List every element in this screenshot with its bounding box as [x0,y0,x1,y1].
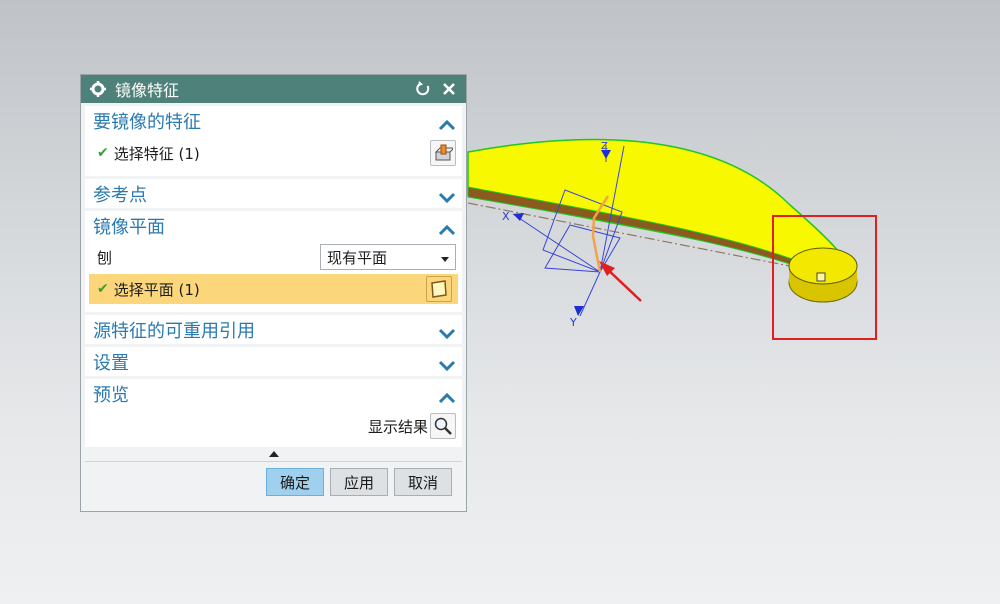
section-features-header[interactable]: 要镜像的特征 [85,106,462,135]
section-mirror-plane: 镜像平面 刨 现有平面 ✔ 选择平面 (1) [85,211,462,312]
section-preview-header[interactable]: 预览 [85,379,462,408]
reset-icon[interactable] [414,80,432,98]
cylinder-marker [816,272,826,282]
plane-type-label: 刨 [97,248,113,267]
plane-type-row: 刨 现有平面 [85,240,462,274]
section-settings-header[interactable]: 设置 [85,347,462,376]
dropdown-caret-icon [441,248,449,266]
chevron-down-icon[interactable] [438,356,456,371]
feature-select-icon [434,144,453,161]
dialog-title: 镜像特征 [115,81,180,100]
select-feature-row[interactable]: ✔ 选择特征 (1) [85,135,462,171]
axis-label-z: Z [601,141,608,152]
section-reusable-references-header[interactable]: 源特征的可重用引用 [85,315,462,344]
select-feature-label: 选择特征 (1) [113,144,200,163]
show-result-button[interactable] [430,413,456,439]
section-preview: 预览 显示结果 [85,379,462,447]
close-icon[interactable] [440,80,458,98]
show-result-label: 显示结果 [367,417,428,436]
cancel-button[interactable]: 取消 [394,468,452,496]
section-mirror-plane-header[interactable]: 镜像平面 [85,211,462,240]
axis-label-y: Y [569,316,577,329]
plane-icon [431,280,447,298]
section-settings: 设置 [85,347,462,376]
collapse-up-icon [268,451,279,457]
magnifier-icon [434,417,452,435]
chevron-down-icon[interactable] [438,188,456,203]
gear-icon [89,80,107,98]
show-result-row: 显示结果 [85,408,462,444]
mirror-feature-dialog: 镜像特征 要镜像的特征 ✔ 选择特征 (1) 参考点 镜像平面 刨 现有平面 ✔… [80,74,467,512]
ok-button[interactable]: 确定 [266,468,324,496]
chevron-up-icon[interactable] [438,220,456,235]
dialog-buttons: 确定 应用 取消 [81,462,466,496]
section-features: 要镜像的特征 ✔ 选择特征 (1) [85,106,462,176]
chevron-up-icon[interactable] [438,115,456,130]
apply-button[interactable]: 应用 [330,468,388,496]
plane-type-dropdown[interactable]: 现有平面 [320,244,456,270]
axis-label-x: X [502,210,510,223]
chevron-down-icon[interactable] [438,324,456,339]
dialog-titlebar[interactable]: 镜像特征 [81,75,466,103]
section-reference-point: 参考点 [85,179,462,208]
select-plane-label: 选择平面 (1) [113,280,200,299]
select-feature-button[interactable] [430,140,456,166]
section-reference-point-header[interactable]: 参考点 [85,179,462,208]
checkmark-icon: ✔ [97,281,109,297]
checkmark-icon: ✔ [97,145,109,161]
collapse-grip[interactable] [81,447,466,461]
section-reusable-references: 源特征的可重用引用 [85,315,462,344]
select-plane-button[interactable] [426,276,452,302]
select-plane-row[interactable]: ✔ 选择平面 (1) [89,274,458,304]
chevron-up-icon[interactable] [438,388,456,403]
